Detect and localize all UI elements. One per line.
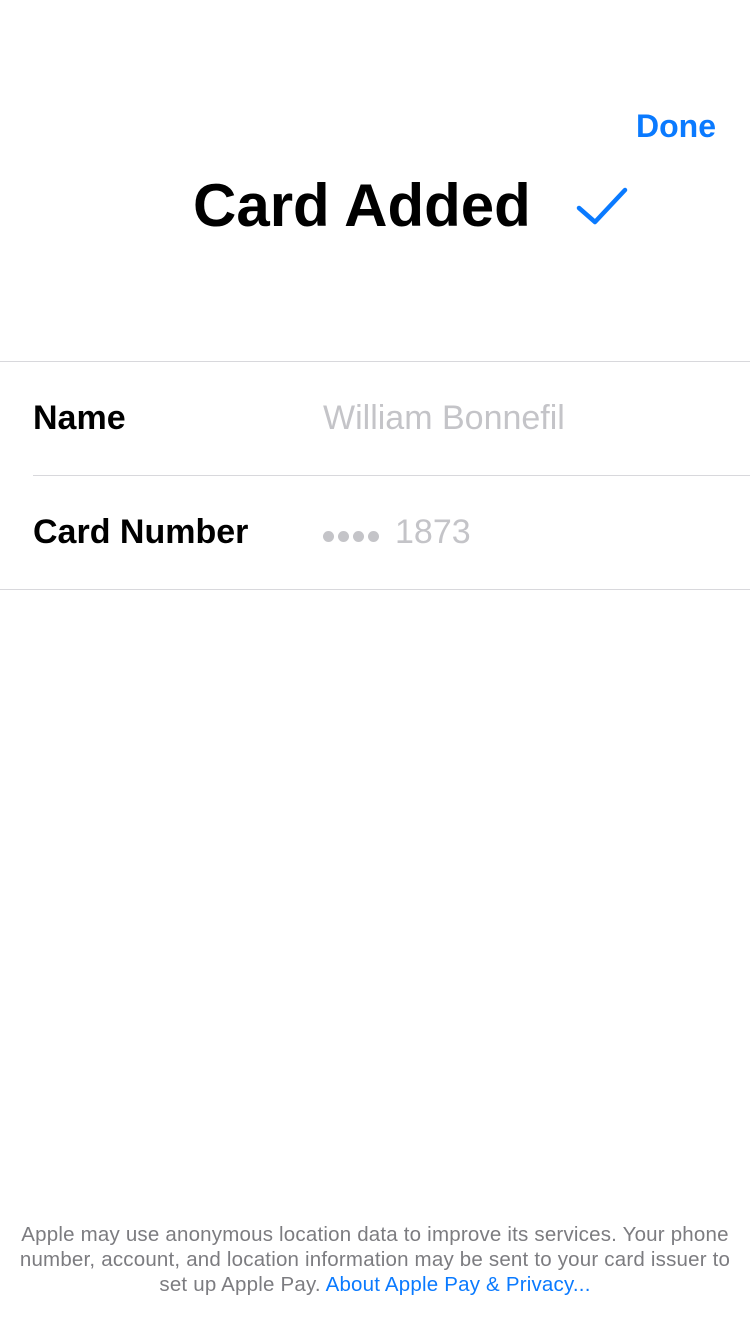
card-number-value: 1873 — [323, 476, 471, 591]
page-title: Card Added — [193, 172, 531, 239]
card-added-screen: Done Card Added Name William Bonnefil Ca… — [0, 0, 750, 1340]
card-details-form: Name William Bonnefil Card Number 1873 — [0, 361, 750, 590]
privacy-notice: Apple may use anonymous location data to… — [8, 1222, 742, 1297]
name-label: Name — [33, 399, 126, 437]
card-number-label: Card Number — [33, 513, 249, 551]
card-last-four: 1873 — [395, 513, 471, 551]
masked-digits — [323, 475, 383, 588]
about-apple-pay-privacy-link[interactable]: About Apple Pay & Privacy... — [326, 1273, 591, 1296]
name-value: William Bonnefil — [323, 399, 565, 437]
name-row[interactable]: Name William Bonnefil — [0, 362, 750, 475]
title-row: Card Added — [0, 170, 750, 242]
done-button[interactable]: Done — [636, 104, 716, 148]
checkmark-icon — [576, 187, 628, 225]
card-number-row[interactable]: Card Number 1873 — [0, 476, 750, 589]
